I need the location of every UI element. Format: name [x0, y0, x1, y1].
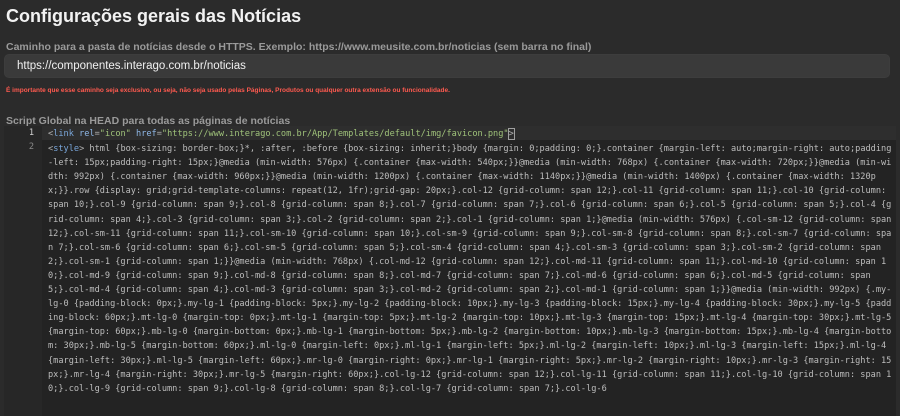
code-line-1[interactable]: <link rel="icon" href="https://www.inter…	[48, 127, 892, 141]
page-title: Configurações gerais das Notícias	[6, 6, 302, 26]
line-number-2: 2	[28, 142, 34, 152]
style-tag-name: style	[53, 144, 80, 155]
rel-attribute: rel	[79, 129, 95, 139]
code-line-2[interactable]: <style> html {box-sizing: border-box;}*,…	[48, 142, 892, 396]
css-rules: html {box-sizing: border-box;}*, :after,…	[48, 144, 892, 394]
global-head-script-editor[interactable]: 1 2 <link rel="icon" href="https://www.i…	[4, 126, 896, 416]
link-tag-name: link	[53, 129, 74, 139]
news-path-input[interactable]	[4, 54, 890, 78]
rel-value: "icon"	[99, 129, 131, 139]
line-number-1: 1	[28, 128, 34, 138]
news-path-label: Caminho para a pasta de notícias desde o…	[6, 41, 592, 53]
news-path-warning: É importante que esse caminho seja exclu…	[6, 87, 450, 94]
code-content[interactable]: <link rel="icon" href="https://www.inter…	[48, 127, 892, 396]
line-number-gutter: 1 2	[4, 126, 42, 416]
href-attribute: href	[136, 129, 157, 139]
tag-close-bracket: >	[507, 128, 515, 140]
href-value: "https://www.interago.com.br/App/Templat…	[161, 129, 509, 139]
